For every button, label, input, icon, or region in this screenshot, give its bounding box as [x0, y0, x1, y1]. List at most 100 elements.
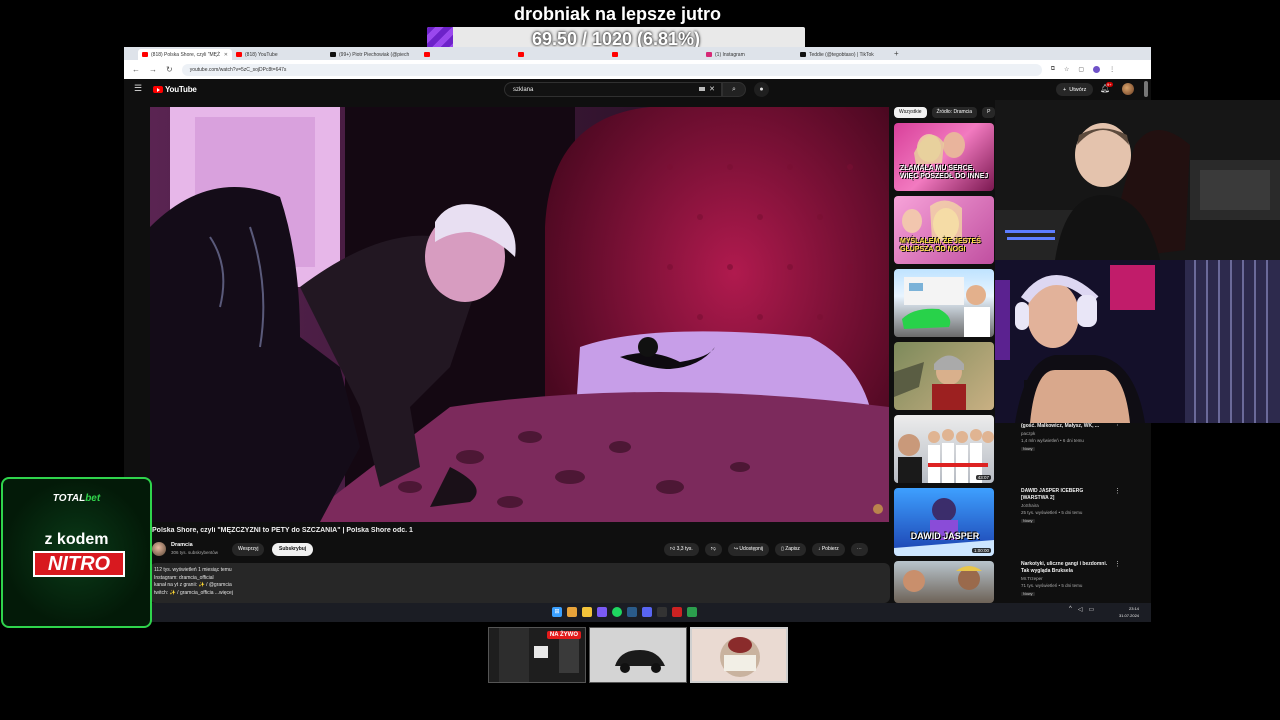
forward-icon[interactable]: →	[149, 65, 157, 74]
recommendation-channel[interactable]: paczpk	[1021, 431, 1035, 437]
video-title: Polska Shore, czyli "MĘŻCZYŹNI to PETY d…	[152, 527, 413, 534]
app-icon[interactable]	[672, 607, 682, 617]
recommendation-title[interactable]: (gość. Malkowicz, Małysz, WK, ...	[1021, 423, 1111, 430]
recommendation-thumbnail[interactable]: 43:07	[894, 415, 994, 483]
url-field[interactable]: youtube.com/watch?v=5zC_sojDPc8t=647s	[181, 63, 1042, 76]
support-button[interactable]: Wesprzyj	[232, 543, 265, 556]
close-icon[interactable]: ✕	[224, 52, 228, 58]
extensions-icon[interactable]: ▢	[1078, 66, 1084, 73]
thumbnail-caption: ZŁAMAŁA MU SERCE, WIĘC POSZEDŁ DO INNEJ	[900, 165, 989, 180]
clear-search-icon[interactable]: ✕	[709, 85, 715, 93]
subscribe-button[interactable]: Subskrybuj	[272, 543, 314, 556]
recommendation-thumbnail[interactable]	[894, 561, 994, 603]
chip-all[interactable]: Wszystkie	[894, 107, 927, 118]
share-button[interactable]: ↪ Udostępnij	[727, 543, 770, 556]
channel-name[interactable]: Dramcia	[171, 542, 193, 548]
channel-avatar[interactable]	[152, 542, 166, 556]
recommendation-thumbnail[interactable]: MYŚLAŁEM, ŻE JESTEŚ GŁUPSZA OD NOGI	[894, 196, 994, 264]
scrollbar[interactable]	[1144, 81, 1148, 97]
thumbnail-image	[590, 628, 686, 682]
create-button[interactable]: + Utwórz	[1056, 83, 1094, 96]
video-player[interactable]	[150, 107, 889, 522]
channel-watermark[interactable]	[873, 504, 883, 514]
recommendation-title[interactable]: Narkotyki, uliczne gangi i bezdomni. Tak…	[1021, 561, 1111, 574]
volume-icon[interactable]: ◁	[1078, 606, 1083, 613]
reload-icon[interactable]: ↻	[166, 65, 173, 74]
tab-instagram[interactable]: (1) Instagram	[702, 49, 796, 60]
recommendation-meta: 71 tys. wyświetleń • 5 dni temu	[1021, 583, 1083, 588]
recommendation-thumbnail[interactable]	[894, 342, 994, 410]
account-avatar[interactable]	[1122, 83, 1134, 95]
thumbnail-caption: MYŚLAŁEM, ŻE JESTEŚ GŁUPSZA OD NOGI	[900, 238, 981, 253]
translate-icon[interactable]: ⧉	[1051, 66, 1055, 73]
youtube-play-icon	[153, 86, 163, 93]
back-icon[interactable]: ←	[132, 65, 140, 74]
share-label: Udostępnij	[739, 546, 764, 552]
network-icon[interactable]: ▭	[1088, 606, 1094, 613]
voice-search-button[interactable]: ●	[754, 82, 769, 97]
duration-badge: 1:00:00	[971, 548, 991, 553]
tab-4[interactable]	[420, 49, 514, 60]
taskbar-clock[interactable]: 23:14 31.07.2024	[1119, 605, 1139, 619]
recommendation-channel[interactable]: JoShaira	[1021, 503, 1039, 509]
youtube-icon	[142, 52, 148, 57]
bottom-thumbnail-live: NA ŻYWO	[488, 627, 586, 683]
webcam-guest	[995, 100, 1280, 260]
search-icon: ⌕	[732, 86, 736, 93]
new-tab-button[interactable]: +	[894, 49, 899, 58]
chrome-icon[interactable]	[567, 607, 577, 617]
obs-icon[interactable]	[597, 607, 607, 617]
tab-label: (818) Polska Shore, czyli "MĘŻ	[151, 51, 221, 58]
dislike-button[interactable]: 👎︎	[704, 543, 722, 556]
file-explorer-icon[interactable]	[582, 607, 592, 617]
microphone-icon: ●	[759, 86, 764, 93]
bookmark-star-icon[interactable]: ☆	[1064, 66, 1069, 73]
spotify-icon[interactable]	[612, 607, 622, 617]
chip-more[interactable]: P	[982, 107, 996, 118]
app-icon[interactable]	[687, 607, 697, 617]
thumbnail-image	[692, 629, 786, 681]
download-button[interactable]: ↓ Pobierz	[811, 543, 845, 556]
video-description[interactable]: 112 tys. wyświetleń 1 miesiąc temu Insta…	[150, 563, 890, 603]
more-icon: ⋯	[856, 546, 862, 552]
like-count: 3,3 tys.	[676, 546, 693, 552]
profile-icon[interactable]	[1093, 66, 1101, 73]
more-options-icon[interactable]: ⋮	[1114, 487, 1121, 495]
chip-source[interactable]: Źródło: Dramcia	[931, 107, 978, 118]
menu-icon[interactable]: ⋮	[1109, 66, 1115, 73]
save-button[interactable]: ▯ Zapisz	[775, 543, 806, 556]
more-options-icon[interactable]: ⋮	[1114, 560, 1121, 568]
tab-x[interactable]: (99+) Piotr Piechowiak (@piech	[326, 49, 420, 60]
new-badge: Nowy	[1021, 519, 1035, 523]
recommendation-thumbnail[interactable]: DAWID JASPER 1:00:00	[894, 488, 994, 556]
thumbnail-image	[903, 566, 982, 592]
recommendation-thumbnail[interactable]: ZŁAMAŁA MU SERCE, WIĘC POSZEDŁ DO INNEJ	[894, 123, 994, 191]
tab-video[interactable]: (818) Polska Shore, czyli "MĘŻ ✕	[138, 49, 232, 60]
notifications-count: 9+	[1106, 82, 1113, 87]
chevron-up-icon[interactable]: ^	[1069, 606, 1072, 613]
sponsor-brand-bet: bet	[85, 493, 101, 504]
windows-start-icon[interactable]: ⊞	[552, 607, 562, 617]
description-line: Instagram: dramcia_official	[154, 574, 214, 581]
discord-icon[interactable]	[642, 607, 652, 617]
youtube-logo[interactable]: YouTube	[153, 85, 197, 94]
tab-tiktok[interactable]: Teddie (@tegobtaso) | TikTok	[796, 49, 890, 60]
goal-title: drobniak na lepsze jutro	[513, 4, 722, 24]
app-icon[interactable]	[657, 607, 667, 617]
stream-layout: drobniak na lepsze jutro 69.50 / 1020 (6…	[0, 0, 1280, 720]
tab-youtube[interactable]: (818) YouTube	[232, 49, 326, 60]
keyboard-icon[interactable]	[699, 87, 705, 91]
search-input[interactable]: szklana ✕	[504, 82, 722, 97]
more-actions-button[interactable]: ⋯	[850, 543, 868, 556]
bottom-thumbnail-avatar	[690, 627, 788, 683]
tab-6[interactable]	[608, 49, 702, 60]
steam-icon[interactable]	[627, 607, 637, 617]
recommendation-thumbnail[interactable]	[894, 269, 994, 337]
search-button[interactable]: ⌕	[722, 82, 746, 97]
recommendation-meta: 1,4 mln wyświetleń • 6 dni temu	[1021, 438, 1084, 443]
recommendation-channel[interactable]: Mr.Trzeper	[1021, 576, 1043, 582]
tab-5[interactable]	[514, 49, 608, 60]
recommendation-title[interactable]: DAWID JASPER ICEBERG [WARSTWA 2]	[1021, 488, 1111, 501]
like-button[interactable]: 👍︎ 3,3 tys.	[664, 543, 699, 556]
hamburger-menu-icon[interactable]: ☰	[134, 83, 142, 94]
